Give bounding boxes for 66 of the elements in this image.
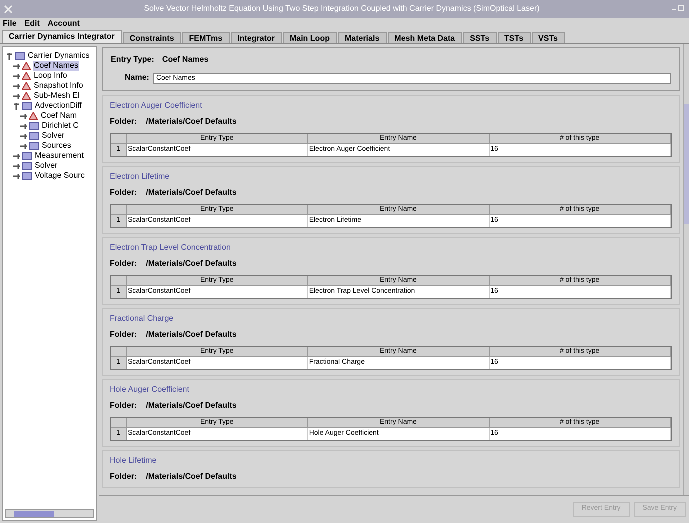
tree-item[interactable]: Loop Info xyxy=(33,71,68,81)
collapsed-handle-icon[interactable] xyxy=(13,82,20,90)
tree-item[interactable]: Sources xyxy=(41,141,72,151)
tree-item[interactable]: Measurement xyxy=(34,151,85,161)
folder-label: Folder: xyxy=(110,117,138,127)
section-title: Fractional Charge xyxy=(110,314,175,324)
tab[interactable]: Carrier Dynamics Integrator xyxy=(2,30,122,43)
collapsed-handle-icon[interactable] xyxy=(13,152,20,160)
warning-triangle-icon xyxy=(29,112,38,120)
tree-item[interactable]: Carrier Dynamics xyxy=(27,51,91,61)
tab[interactable]: FEMTms xyxy=(182,32,230,43)
tab[interactable]: Main Loop xyxy=(282,32,337,43)
tab[interactable]: Integrator xyxy=(230,32,282,43)
tree-item[interactable]: Snapshot Info xyxy=(33,81,84,91)
folder-icon xyxy=(15,52,25,60)
tree-item[interactable]: Dirichlet C xyxy=(41,121,80,131)
menu-item[interactable]: File xyxy=(3,18,17,30)
section-title: Electron Trap Level Concentration xyxy=(110,243,232,253)
tree-item[interactable]: AdvectionDiff xyxy=(34,101,83,111)
tab[interactable]: Constraints xyxy=(122,32,182,43)
entry-type-label: Entry Type: xyxy=(111,54,154,66)
folder-icon xyxy=(22,102,32,110)
tab[interactable]: TSTs xyxy=(498,32,531,43)
tab[interactable]: SSTs xyxy=(463,32,497,43)
tree-item[interactable]: Solver xyxy=(34,161,59,171)
collapsed-handle-icon[interactable] xyxy=(13,72,20,80)
tab[interactable]: Mesh Meta Data xyxy=(388,32,462,43)
folder-path: /Materials/Coef Defaults xyxy=(146,472,237,482)
tab[interactable]: VSTs xyxy=(532,32,565,43)
folder-label: Folder: xyxy=(110,401,138,411)
tab[interactable]: Materials xyxy=(338,32,387,43)
tree-item[interactable]: Solver xyxy=(41,131,66,141)
section-title: Electron Lifetime xyxy=(110,172,171,182)
section-title: Hole Auger Coefficient xyxy=(110,385,190,395)
menu-item[interactable]: Account xyxy=(48,18,80,30)
collapsed-handle-icon[interactable] xyxy=(13,162,20,170)
collapsed-handle-icon[interactable] xyxy=(20,132,27,140)
window-title: Solve Vector Helmholtz Equation Using Two Step Integration Coupled with Carrier Dynamics (SimOptical Laser) xyxy=(143,3,541,15)
collapsed-handle-icon[interactable] xyxy=(20,112,27,120)
folder-path: /Materials/Coef Defaults xyxy=(146,117,237,127)
folder-label: Folder: xyxy=(110,188,138,198)
entry-type-value: Coef Names xyxy=(162,54,209,66)
folder-label: Folder: xyxy=(110,259,138,269)
collapsed-handle-icon[interactable] xyxy=(20,142,27,150)
tree-item[interactable]: Sub-Mesh El xyxy=(33,91,81,101)
collapsed-handle-icon[interactable] xyxy=(20,122,27,130)
folder-path: /Materials/Coef Defaults xyxy=(146,401,237,411)
collapsed-handle-icon[interactable] xyxy=(13,92,20,100)
expanded-handle-icon[interactable] xyxy=(13,102,20,110)
collapsed-handle-icon[interactable] xyxy=(13,172,20,180)
folder-path: /Materials/Coef Defaults xyxy=(146,188,237,198)
tree-item[interactable]: Coef Nam xyxy=(40,111,78,121)
folder-path: /Materials/Coef Defaults xyxy=(146,330,237,340)
vertical-scrollbar[interactable] xyxy=(683,44,689,495)
section-title: Hole Lifetime xyxy=(110,456,158,466)
horizontal-scrollbar[interactable] xyxy=(5,509,94,518)
folder-label: Folder: xyxy=(110,472,138,482)
folder-path: /Materials/Coef Defaults xyxy=(146,259,237,269)
name-label: Name: xyxy=(125,72,150,84)
expanded-handle-icon[interactable] xyxy=(6,52,13,60)
collapsed-handle-icon[interactable] xyxy=(13,62,20,70)
tree-item[interactable]: Voltage Sourc xyxy=(34,171,86,181)
section-title: Electron Auger Coefficient xyxy=(110,101,204,111)
menu-item[interactable]: Edit xyxy=(24,18,40,30)
folder-label: Folder: xyxy=(110,330,138,340)
tree-item[interactable]: Coef Names xyxy=(33,61,80,71)
